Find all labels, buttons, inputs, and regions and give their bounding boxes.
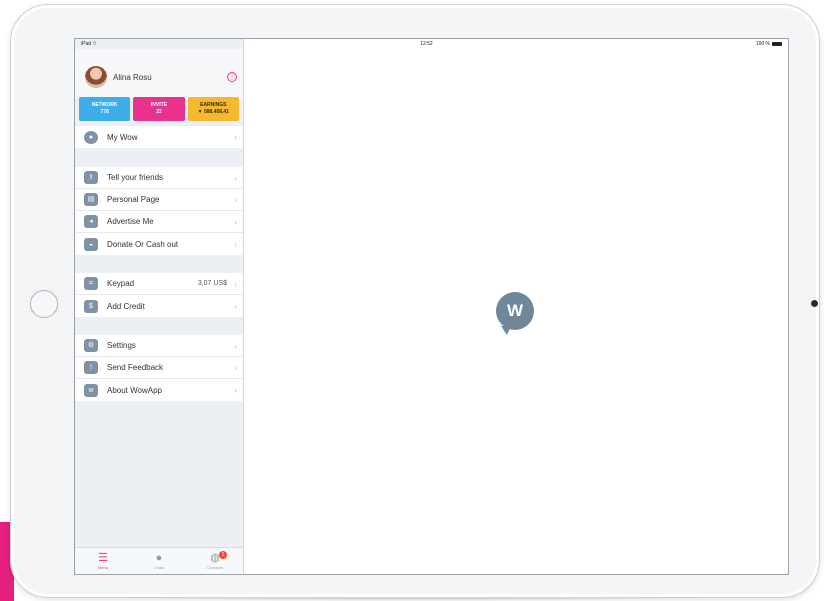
home-button[interactable] — [30, 290, 58, 318]
menu-item-label: My Wow — [107, 132, 138, 142]
gear-icon: ⚙ — [84, 339, 98, 352]
menu-item-label: Personal Page — [107, 195, 160, 204]
battery-label: 100 % — [755, 41, 770, 47]
network-stat[interactable]: NETWORK 778 — [79, 97, 131, 121]
wowapp-logo-icon: W — [496, 292, 534, 335]
stats-bar: NETWORK 778 INVITE 22 EARNINGS ▼ 588.458… — [79, 97, 239, 121]
carrier-label: iPad ⌔ — [81, 41, 98, 47]
chevron-right-icon: › — [234, 278, 237, 289]
keypad-balance: 3,07 US$ — [197, 280, 227, 287]
invite-stat[interactable]: INVITE 22 — [133, 97, 185, 121]
chevron-right-icon: › — [234, 301, 237, 311]
feedback-icon: ! — [84, 361, 98, 374]
dollar-icon: $ — [84, 299, 98, 313]
profile-name: Alina Rosu — [113, 73, 152, 82]
menu-item-label: About WowApp — [107, 385, 162, 395]
menu-item-keypad[interactable]: ⌗ Keypad 3,07 US$ › — [75, 273, 243, 295]
menu-item-personal-page[interactable]: ▤ Personal Page › — [75, 189, 243, 211]
earnings-label: EARNINGS — [200, 102, 227, 108]
status-bar: iPad ⌔ 12:52 100 % — [75, 39, 788, 49]
chevron-right-icon: › — [234, 216, 237, 227]
earnings-stat[interactable]: EARNINGS ▼ 588.458,41 — [187, 97, 239, 121]
menu-item-settings[interactable]: ⚙ Settings › — [75, 335, 243, 357]
menu-group-app: ⚙ Settings › ! Send Feedback › w About W… — [75, 335, 243, 401]
keypad-icon: ⌗ — [84, 277, 98, 290]
donate-icon: ◒ — [84, 237, 98, 251]
chevron-right-icon: › — [234, 172, 237, 183]
chevron-right-icon: › — [234, 194, 237, 205]
menu-item-label: Settings — [107, 341, 136, 350]
chat-bubble-icon: ● — [84, 130, 98, 144]
battery-indicator: 100 % — [756, 41, 782, 47]
sidebar: Alina Rosu ⓘ NETWORK 778 INVITE 22 EARNI… — [75, 39, 244, 574]
earnings-value: ▼ 588.458,41 — [197, 109, 229, 115]
chevron-right-icon: › — [234, 132, 237, 142]
menu-item-tell-friends[interactable]: ⇪ Tell your friends › — [75, 167, 243, 189]
id-card-icon: ▤ — [84, 193, 98, 206]
battery-icon — [772, 41, 782, 46]
menu-group-share: ⇪ Tell your friends › ▤ Personal Page › … — [75, 167, 243, 255]
tab-label: Chats — [153, 565, 165, 570]
menu-item-label: Donate Or Cash out — [107, 239, 179, 249]
chevron-right-icon: › — [234, 340, 237, 351]
menu-group-wow: ● My Wow › — [75, 126, 243, 148]
tab-bar: ☰ Menu ● Chats ◍ Contacts 1 — [75, 547, 243, 574]
menu-item-about-wowapp[interactable]: w About WowApp › — [75, 379, 243, 401]
menu-item-label: Send Feedback — [107, 363, 164, 372]
avatar[interactable] — [85, 66, 107, 88]
network-value: 778 — [100, 109, 109, 115]
invite-value: 22 — [156, 109, 162, 115]
screen: iPad ⌔ 12:52 100 % Alina Rosu ⓘ NETWORK … — [74, 38, 789, 575]
tab-chats[interactable]: ● Chats — [131, 548, 187, 574]
tab-contacts[interactable]: ◍ Contacts 1 — [187, 548, 243, 574]
profile-header[interactable]: Alina Rosu ⓘ — [75, 49, 243, 99]
tab-label: Contacts — [207, 565, 223, 570]
chevron-right-icon: › — [234, 362, 237, 373]
chevron-right-icon: › — [234, 239, 237, 249]
menu-item-label: Add Credit — [107, 301, 145, 311]
menu-item-label: Advertise Me — [107, 217, 154, 226]
menu-item-my-wow[interactable]: ● My Wow › — [75, 126, 243, 148]
network-label: NETWORK — [91, 102, 118, 108]
chats-icon: ● — [155, 552, 163, 564]
menu-group-credit: ⌗ Keypad 3,07 US$ › $ Add Credit › — [75, 273, 243, 317]
menu-item-label: Keypad — [107, 279, 135, 288]
notification-badge: 1 — [219, 551, 227, 559]
chevron-right-icon: › — [234, 385, 237, 395]
share-icon: ⇪ — [84, 171, 98, 184]
megaphone-icon: ◂ — [84, 215, 98, 228]
info-icon[interactable]: ⓘ — [227, 72, 237, 82]
menu-item-send-feedback[interactable]: ! Send Feedback › — [75, 357, 243, 379]
clock: 12:52 — [420, 41, 433, 47]
invite-label: INVITE — [150, 102, 168, 108]
tab-label: Menu — [97, 565, 108, 570]
menu-item-advertise-me[interactable]: ◂ Advertise Me › — [75, 211, 243, 233]
tab-menu[interactable]: ☰ Menu — [75, 548, 131, 574]
menu-item-add-credit[interactable]: $ Add Credit › — [75, 295, 243, 317]
menu-icon: ☰ — [98, 552, 108, 564]
menu-item-donate-cash-out[interactable]: ◒ Donate Or Cash out › — [75, 233, 243, 255]
menu-item-label: Tell your friends — [107, 173, 164, 182]
ipad-frame: iPad ⌔ 12:52 100 % Alina Rosu ⓘ NETWORK … — [10, 4, 820, 598]
about-icon: w — [84, 383, 98, 397]
camera-dot — [811, 300, 818, 307]
